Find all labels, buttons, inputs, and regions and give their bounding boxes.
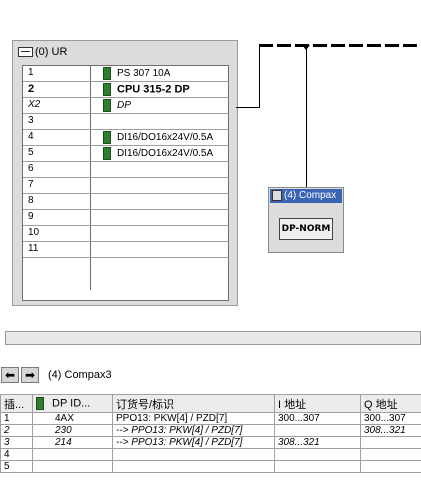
slot-number: 9 xyxy=(28,211,34,222)
slot-row[interactable]: 2 CPU 315-2 DP xyxy=(23,82,228,98)
dp-connector-horizontal xyxy=(236,107,259,108)
module-detail-table[interactable]: 插... DP ID... 订货号/标识 I 地址 Q 地址 1 4AX PPO… xyxy=(0,394,421,473)
col-header-slot[interactable]: 插... xyxy=(0,394,33,413)
slot-row[interactable]: 5 DI16/DO16x24V/0.5A xyxy=(23,146,228,162)
cell-order-number: --> PPO13: PKW[4] / PZD[7] xyxy=(112,424,275,437)
forward-arrow-icon[interactable]: ➡ xyxy=(21,367,39,383)
table-row[interactable]: 5 xyxy=(0,460,421,473)
rack-window[interactable]: (0) UR 1 PS 307 10A 2 CPU 315-2 DP X2 DP… xyxy=(12,40,238,306)
slot-number: X2 xyxy=(28,99,41,110)
station-label: (4) Compax3 xyxy=(48,369,112,381)
slot-number: 8 xyxy=(28,195,34,206)
slot-row[interactable]: 10 xyxy=(23,226,228,242)
slot-row[interactable]: 9 xyxy=(23,210,228,226)
compax-node-title: (4) Compax xyxy=(270,189,342,203)
slot-row[interactable]: 8 xyxy=(23,194,228,210)
device-icon xyxy=(272,189,282,201)
cell-q-address xyxy=(360,436,421,449)
slot-row[interactable]: 6 xyxy=(23,162,228,178)
cell-dp-id xyxy=(32,460,113,473)
slot-number: 6 xyxy=(28,163,34,174)
module-icon xyxy=(103,147,111,160)
cell-order-number: PPO13: PKW[4] / PZD[7] xyxy=(112,412,275,425)
slot-row[interactable]: 11 xyxy=(23,242,228,258)
dp-bus-drop xyxy=(306,47,307,187)
horizontal-scrollbar[interactable] xyxy=(5,331,421,345)
slot-row[interactable]: 1 PS 307 10A xyxy=(23,66,228,82)
module-icon xyxy=(103,83,111,96)
rack-icon xyxy=(18,47,33,58)
slot-module: PS 307 10A xyxy=(103,67,170,80)
slot-number: 7 xyxy=(28,179,34,190)
cell-slot: 5 xyxy=(0,460,33,473)
rack-title: (0) UR xyxy=(18,44,67,60)
cell-dp-id: 214 xyxy=(32,436,113,449)
table-row[interactable]: 2 230 --> PPO13: PKW[4] / PZD[7] 308...3… xyxy=(0,424,421,437)
slot-module: DI16/DO16x24V/0.5A xyxy=(103,147,213,160)
dp-norm-button[interactable]: DP-NORM xyxy=(279,218,333,240)
module-icon xyxy=(103,131,111,144)
cell-order-number xyxy=(112,448,275,461)
table-header-row: 插... DP ID... 订货号/标识 I 地址 Q 地址 xyxy=(0,394,421,413)
rack-slot-table[interactable]: 1 PS 307 10A 2 CPU 315-2 DP X2 DP 3 4 DI… xyxy=(22,65,229,301)
detail-nav-bar: ⬅ ➡ (4) Compax3 xyxy=(0,365,421,387)
table-row[interactable]: 3 214 --> PPO13: PKW[4] / PZD[7] 308...3… xyxy=(0,436,421,449)
cell-dp-id xyxy=(32,448,113,461)
cell-order-number xyxy=(112,460,275,473)
slot-row[interactable]: X2 DP xyxy=(23,98,228,114)
cell-i-address xyxy=(274,424,361,437)
slot-number: 4 xyxy=(28,131,34,142)
col-header-q-address[interactable]: Q 地址 xyxy=(360,394,421,413)
cell-q-address xyxy=(360,460,421,473)
slot-number: 2 xyxy=(28,83,35,95)
module-icon xyxy=(103,67,111,80)
rack-title-text: (0) UR xyxy=(35,46,68,58)
slot-number: 5 xyxy=(28,147,34,158)
slot-module: CPU 315-2 DP xyxy=(103,83,190,96)
slot-row[interactable]: 7 xyxy=(23,178,228,194)
module-icon xyxy=(103,99,111,112)
dp-bus-line xyxy=(259,44,421,47)
cell-slot: 2 xyxy=(0,424,33,437)
slot-module: DP xyxy=(103,99,131,112)
cell-slot: 1 xyxy=(0,412,33,425)
slot-row[interactable]: 3 xyxy=(23,114,228,130)
cell-i-address: 300...307 xyxy=(274,412,361,425)
cell-i-address xyxy=(274,460,361,473)
dp-connector-vertical xyxy=(259,45,260,108)
slot-module: DI16/DO16x24V/0.5A xyxy=(103,131,213,144)
dp-bus-junction xyxy=(302,45,310,50)
table-row[interactable]: 4 xyxy=(0,448,421,461)
cell-slot: 4 xyxy=(0,448,33,461)
cell-i-address: 308...321 xyxy=(274,436,361,449)
slot-number: 3 xyxy=(28,115,34,126)
cell-slot: 3 xyxy=(0,436,33,449)
col-header-i-address[interactable]: I 地址 xyxy=(274,394,361,413)
cell-dp-id: 4AX xyxy=(32,412,113,425)
compax-node[interactable]: (4) Compax DP-NORM xyxy=(268,187,344,253)
table-row[interactable]: 1 4AX PPO13: PKW[4] / PZD[7] 300...307 3… xyxy=(0,412,421,425)
slot-number: 11 xyxy=(28,243,39,254)
cell-order-number: --> PPO13: PKW[4] / PZD[7] xyxy=(112,436,275,449)
cell-q-address: 300...307 xyxy=(360,412,421,425)
col-header-dp-id[interactable]: DP ID... xyxy=(32,394,113,413)
cell-i-address xyxy=(274,448,361,461)
slot-number: 10 xyxy=(28,227,40,238)
cell-q-address: 308...321 xyxy=(360,424,421,437)
slot-number: 1 xyxy=(28,67,34,78)
cell-dp-id: 230 xyxy=(32,424,113,437)
cell-q-address xyxy=(360,448,421,461)
module-icon xyxy=(36,397,44,410)
col-header-order-number[interactable]: 订货号/标识 xyxy=(112,394,275,413)
back-arrow-icon[interactable]: ⬅ xyxy=(1,367,19,383)
slot-row[interactable]: 4 DI16/DO16x24V/0.5A xyxy=(23,130,228,146)
